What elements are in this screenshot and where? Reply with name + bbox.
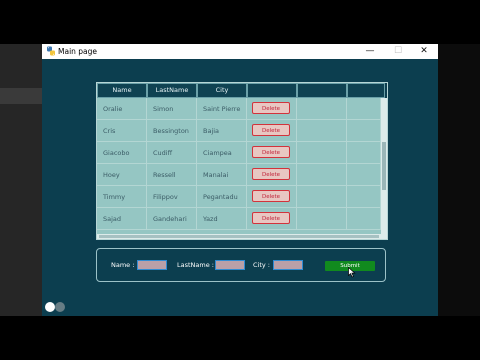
vertical-scrollbar[interactable] [381,98,387,234]
column-header-lastname[interactable]: LastName [147,83,197,98]
lastname-label: LastName : [177,261,214,269]
vertical-scrollbar-thumb[interactable] [382,142,386,190]
table-row[interactable]: Cris Bessington Bajia Delete [97,120,381,143]
cell-lastname[interactable]: Gandehari [147,208,197,230]
horizontal-scrollbar[interactable] [97,234,387,239]
cell-lastname[interactable]: Ressell [147,164,197,186]
cell-empty [347,208,381,230]
delete-button[interactable]: Delete [252,124,290,136]
title-bar: Main page — ☐ ✕ [42,44,438,59]
column-header-empty[interactable] [297,83,347,98]
delete-button[interactable]: Delete [252,190,290,202]
cell-city[interactable]: Manalai [197,164,247,186]
delete-button[interactable]: Delete [252,168,290,180]
cell-name[interactable]: Cris [97,120,147,142]
cell-empty [297,186,347,208]
cell-lastname[interactable]: Cudiff [147,142,197,164]
main-window: Main page — ☐ ✕ Name LastName City Orali… [42,44,438,316]
cell-empty [297,120,347,142]
table-row[interactable]: Timmy Filippov Pegantadu Delete [97,186,381,209]
cell-city[interactable]: Ciampea [197,142,247,164]
python-icon [47,46,55,56]
cell-empty [347,186,381,208]
table-header: Name LastName City [97,83,387,98]
name-input[interactable] [137,260,167,270]
column-header-name[interactable]: Name [97,83,147,98]
background-highlight-strip [0,88,42,104]
city-input[interactable] [273,260,303,270]
table-row[interactable]: Giacobo Cudiff Ciampea Delete [97,142,381,165]
name-label: Name : [111,261,135,269]
toggle-track-icon[interactable] [55,302,65,312]
toggle-knob-icon[interactable] [45,302,55,312]
city-label: City : [253,261,270,269]
table-row[interactable]: Hoey Ressell Manalai Delete [97,164,381,187]
mouse-pointer-icon [348,267,356,278]
delete-button[interactable]: Delete [252,102,290,114]
cell-empty [347,120,381,142]
cell-empty [347,98,381,120]
horizontal-scrollbar-thumb[interactable] [99,235,379,238]
column-header-empty[interactable] [347,83,385,98]
cell-empty [347,142,381,164]
cell-empty [347,164,381,186]
cell-city[interactable]: Bajia [197,120,247,142]
cell-name[interactable]: Timmy [97,186,147,208]
cell-empty [297,98,347,120]
cell-lastname[interactable]: Bessington [147,120,197,142]
cell-city[interactable]: Yazd [197,208,247,230]
cell-name[interactable]: Sajad [97,208,147,230]
minimize-button[interactable]: — [360,44,380,59]
table-row[interactable]: Sajad Gandehari Yazd Delete [97,208,381,231]
close-button[interactable]: ✕ [414,44,434,59]
data-table: Name LastName City Oralie Simon Saint Pi… [96,82,388,240]
background-panel-left [0,44,42,316]
window-title: Main page [58,47,98,56]
column-header-action[interactable] [247,83,297,98]
cell-name[interactable]: Oralie [97,98,147,120]
column-header-city[interactable]: City [197,83,247,98]
cell-empty [297,208,347,230]
cell-empty [297,164,347,186]
cell-city[interactable]: Pegantadu [197,186,247,208]
maximize-button[interactable]: ☐ [388,44,408,59]
cell-lastname[interactable]: Simon [147,98,197,120]
delete-button[interactable]: Delete [252,212,290,224]
cell-name[interactable]: Hoey [97,164,147,186]
delete-button[interactable]: Delete [252,146,290,158]
cell-city[interactable]: Saint Pierre [197,98,247,120]
background-panel-right [438,44,480,316]
table-row[interactable]: Oralie Simon Saint Pierre Delete [97,98,381,121]
cell-empty [297,142,347,164]
lastname-input[interactable] [215,260,245,270]
cell-lastname[interactable]: Filippov [147,186,197,208]
entry-form: Name : LastName : City : Submit [96,248,386,282]
cell-name[interactable]: Giacobo [97,142,147,164]
table-body: Oralie Simon Saint Pierre Delete Cris Be… [97,98,381,234]
